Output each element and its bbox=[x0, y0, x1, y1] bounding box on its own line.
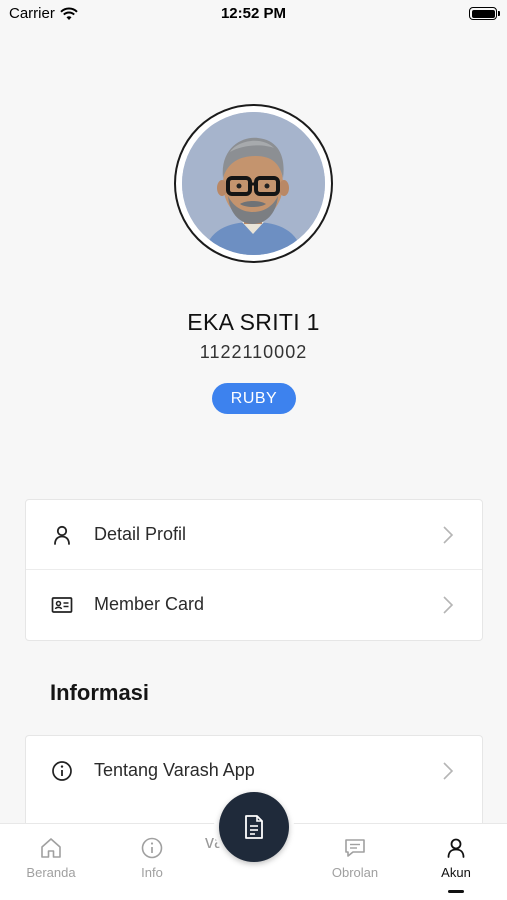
tab-obrolan[interactable]: Obrolan bbox=[315, 836, 395, 880]
chevron-right-icon bbox=[443, 762, 454, 780]
menu-item-label: Member Card bbox=[94, 594, 205, 614]
tab-label: Akun bbox=[441, 865, 471, 880]
tab-beranda[interactable]: Beranda bbox=[11, 836, 91, 880]
document-icon bbox=[245, 815, 263, 839]
account-menu: Detail Profil Member Card bbox=[25, 499, 483, 641]
avatar[interactable] bbox=[174, 104, 333, 263]
home-icon bbox=[41, 838, 61, 858]
avatar-image bbox=[182, 112, 325, 255]
member-id: 1122110002 bbox=[199, 342, 308, 362]
menu-item-member-card[interactable]: Member Card bbox=[26, 570, 482, 640]
tier-badge: RUBY bbox=[212, 383, 296, 414]
center-action-button[interactable] bbox=[219, 792, 289, 862]
user-icon bbox=[54, 525, 70, 545]
tab-label: Info bbox=[141, 865, 163, 880]
section-title-informasi: Informasi bbox=[50, 680, 150, 705]
info-icon bbox=[52, 761, 72, 781]
menu-item-label: Detail Profil bbox=[94, 524, 187, 544]
info-icon bbox=[141, 837, 163, 859]
menu-item-label: Tentang Varash App bbox=[94, 760, 255, 780]
active-tab-indicator bbox=[448, 890, 464, 893]
chevron-right-icon bbox=[443, 526, 454, 544]
chevron-right-icon bbox=[443, 596, 454, 614]
tab-label: Beranda bbox=[26, 865, 76, 880]
status-bar: Carrier 12:52 PM bbox=[0, 0, 507, 28]
tab-akun[interactable]: Akun bbox=[416, 836, 496, 880]
clock: 12:52 PM bbox=[220, 5, 287, 22]
tab-info[interactable]: Info bbox=[112, 836, 192, 880]
menu-item-detail-profil[interactable]: Detail Profil bbox=[26, 500, 482, 570]
tab-label: Obrolan bbox=[331, 865, 379, 880]
chat-icon bbox=[345, 839, 365, 857]
user-icon bbox=[447, 838, 465, 858]
battery-icon bbox=[469, 7, 500, 20]
profile-name: EKA SRITI 1 bbox=[187, 309, 320, 335]
id-card-icon bbox=[51, 597, 73, 613]
